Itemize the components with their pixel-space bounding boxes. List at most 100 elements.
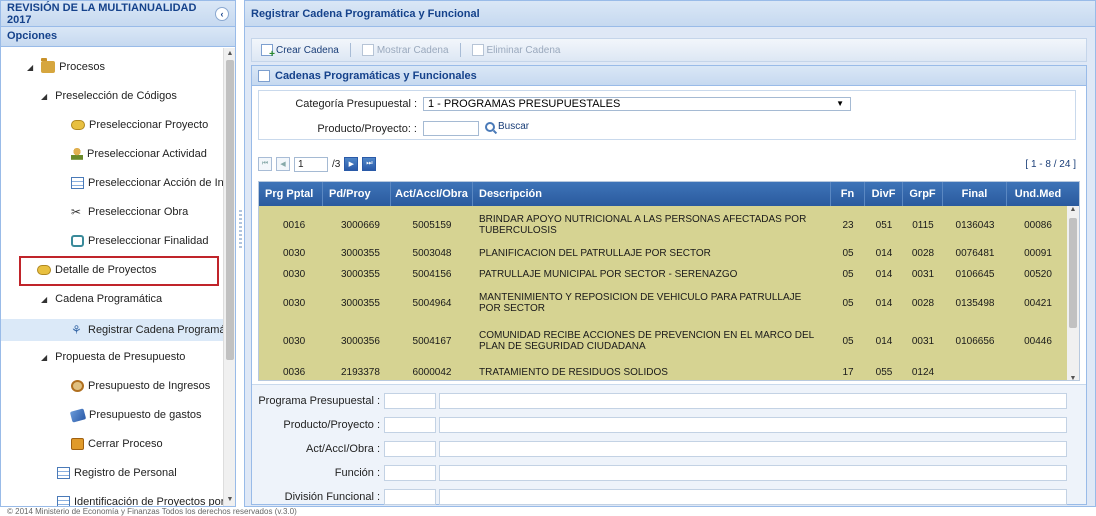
collapse-panel-icon[interactable]: ‹ <box>215 6 229 21</box>
cell-pdproy: 3000669 <box>341 219 380 231</box>
producto-input[interactable] <box>423 121 479 136</box>
buscar-button[interactable]: Buscar <box>485 121 529 132</box>
tree-node-preseleccionar-finalidad[interactable]: Preseleccionar Finalidad <box>71 230 208 252</box>
page-input[interactable]: 1 <box>294 156 328 172</box>
column-header[interactable]: Und.Med <box>1007 182 1069 206</box>
column-header[interactable]: Act/AccI/Obra <box>391 182 473 206</box>
first-page-button[interactable]: ⏮ <box>258 157 272 171</box>
cell-act: 5003048 <box>412 247 452 259</box>
app-window: REVISIÓN DE LA MULTIANUALIDAD 2017 ‹ Opc… <box>0 0 1096 516</box>
cell-divf: 051 <box>875 219 893 231</box>
tree-node-label: Identificación de Proyectos por Proc <box>74 496 223 506</box>
expand-arrow-icon[interactable]: ◢ <box>41 295 47 304</box>
table-row[interactable]: 0036 2193378 6000042 TRATAMIENTO DE RESI… <box>259 362 1069 380</box>
cell-pdproy: 3000355 <box>341 297 380 309</box>
cell-pdproy: 3000355 <box>341 268 380 280</box>
table-row[interactable]: 0030 3000355 5004156 PATRULLAJE MUNICIPA… <box>259 264 1069 284</box>
scrollbar-thumb[interactable] <box>226 60 234 360</box>
column-header[interactable]: Pd/Proy <box>323 182 391 206</box>
scroll-up-icon[interactable]: ▲ <box>224 48 236 60</box>
column-header[interactable]: DivF <box>865 182 903 206</box>
cell-pdproy: 2193378 <box>341 366 380 378</box>
cell-grpf: 0031 <box>911 335 935 347</box>
cell-prg: 0036 <box>283 366 306 378</box>
grid-icon <box>57 496 70 506</box>
expand-arrow-icon[interactable]: ◢ <box>41 92 47 101</box>
cell-final: 0106656 <box>955 335 995 347</box>
column-header[interactable]: GrpF <box>903 182 943 206</box>
tree-node-presupuesto-ingresos[interactable]: Presupuesto de Ingresos <box>71 375 210 397</box>
tree-node-preseleccionar-obra[interactable]: ✂ Preseleccionar Obra <box>71 201 188 223</box>
table-scrollbar[interactable]: ▲ ▼ <box>1067 206 1079 380</box>
cell-prg: 0030 <box>283 268 306 280</box>
column-header[interactable]: Fn <box>831 182 865 206</box>
tree-node-label: Preselección de Códigos <box>55 90 177 102</box>
scrollbar-thumb[interactable] <box>1069 218 1077 328</box>
division-code-field[interactable] <box>384 489 436 505</box>
programa-desc-field[interactable] <box>439 393 1067 409</box>
leaf-icon <box>71 120 85 130</box>
actividad-code-field[interactable] <box>384 441 436 457</box>
tree-node-procesos[interactable]: ◢ Procesos <box>27 56 105 78</box>
column-header[interactable]: Descripción <box>473 182 831 206</box>
cell-pdproy: 3000356 <box>341 335 380 347</box>
tree-node-label: Preseleccionar Actividad <box>87 148 207 160</box>
cell-undmed: 00446 <box>1024 335 1052 347</box>
prev-page-button[interactable]: ◀ <box>276 157 290 171</box>
cell-pdproy: 3000355 <box>341 247 380 259</box>
tree-node-preseleccionar-actividad[interactable]: Preseleccionar Actividad <box>71 143 207 165</box>
mostrar-cadena-label: Mostrar Cadena <box>376 44 449 56</box>
expand-arrow-icon[interactable]: ◢ <box>27 63 33 72</box>
tree-node-preseleccion[interactable]: ◢ Preselección de Códigos <box>41 85 177 107</box>
column-header[interactable]: Final <box>943 182 1007 206</box>
expand-arrow-icon[interactable]: ◢ <box>41 353 47 362</box>
table-row[interactable]: 0030 3000356 5004167 COMUNIDAD RECIBE AC… <box>259 324 1069 358</box>
producto-desc-field[interactable] <box>439 417 1067 433</box>
grid-icon <box>71 177 84 189</box>
mostrar-cadena-button[interactable]: Mostrar Cadena <box>359 44 452 56</box>
cadenas-panel: Cadenas Programáticas y Funcionales Cate… <box>251 65 1087 505</box>
tools-icon: ✂ <box>71 205 82 219</box>
tree-scrollbar[interactable]: ▲ ▼ <box>223 48 235 506</box>
tree-node-label: Preseleccionar Proyecto <box>89 119 209 131</box>
tree-node-cadena-programatica[interactable]: ◢ Cadena Programática <box>41 288 162 310</box>
options-panel-header: REVISIÓN DE LA MULTIANUALIDAD 2017 ‹ <box>1 1 235 27</box>
chevron-down-icon: ▼ <box>836 99 844 108</box>
programa-code-field[interactable] <box>384 393 436 409</box>
toolbar-separator <box>349 43 351 57</box>
tree-node-propuesta-presupuesto[interactable]: ◢ Propuesta de Presupuesto <box>41 346 185 368</box>
scroll-down-icon[interactable]: ▼ <box>1067 375 1079 380</box>
funcion-code-field[interactable] <box>384 465 436 481</box>
eliminar-cadena-button[interactable]: Eliminar Cadena <box>469 44 564 56</box>
tree-node-registro-personal[interactable]: Registro de Personal <box>57 462 177 484</box>
tree-node-identificacion-proyectos[interactable]: Identificación de Proyectos por Proc <box>57 491 223 506</box>
tree-node-preseleccionar-proyecto[interactable]: Preseleccionar Proyecto <box>71 114 208 136</box>
next-page-button[interactable]: ▶ <box>344 157 359 171</box>
tree-node-preseleccionar-accion[interactable]: Preseleccionar Acción de Invers <box>71 172 223 194</box>
splitter-grip[interactable] <box>239 210 242 250</box>
table-row[interactable]: 0030 3000355 5004964 MANTENIMIENTO Y REP… <box>259 286 1069 320</box>
cell-fn: 05 <box>842 335 854 347</box>
table-row[interactable]: 0016 3000669 5005159 BRINDAR APOYO NUTRI… <box>259 208 1069 242</box>
cell-descripcion: MANTENIMIENTO Y REPOSICION DE VEHICULO P… <box>479 292 802 314</box>
tree-node-registrar-cadena[interactable]: ⚘ Registrar Cadena Programática <box>71 319 223 341</box>
funcion-desc-field[interactable] <box>439 465 1067 481</box>
actividad-desc-field[interactable] <box>439 441 1067 457</box>
options-panel: REVISIÓN DE LA MULTIANUALIDAD 2017 ‹ Opc… <box>0 0 236 507</box>
cell-undmed: 00091 <box>1024 247 1052 259</box>
scroll-down-icon[interactable]: ▼ <box>224 494 236 506</box>
column-header[interactable]: Prg Pptal <box>259 182 323 206</box>
close-process-icon <box>71 438 84 450</box>
cadenas-panel-title: Cadenas Programáticas y Funcionales <box>275 69 477 82</box>
detail-form: Programa Presupuestal : Producto/Proyect… <box>252 384 1086 505</box>
crear-cadena-button[interactable]: Crear Cadena <box>258 44 342 60</box>
scroll-up-icon[interactable]: ▲ <box>1067 206 1079 213</box>
categoria-select[interactable]: 1 - PROGRAMAS PRESUPUESTALES ▼ <box>423 97 851 111</box>
table-row[interactable]: 0030 3000355 5003048 PLANIFICACION DEL P… <box>259 243 1069 263</box>
producto-code-field[interactable] <box>384 417 436 433</box>
tree-node-presupuesto-gastos[interactable]: Presupuesto de gastos <box>69 404 202 426</box>
division-desc-field[interactable] <box>439 489 1067 505</box>
tree-node-label: Presupuesto de gastos <box>89 409 202 421</box>
last-page-button[interactable]: ⏭ <box>362 157 377 171</box>
tree-node-cerrar-proceso[interactable]: Cerrar Proceso <box>71 433 163 455</box>
